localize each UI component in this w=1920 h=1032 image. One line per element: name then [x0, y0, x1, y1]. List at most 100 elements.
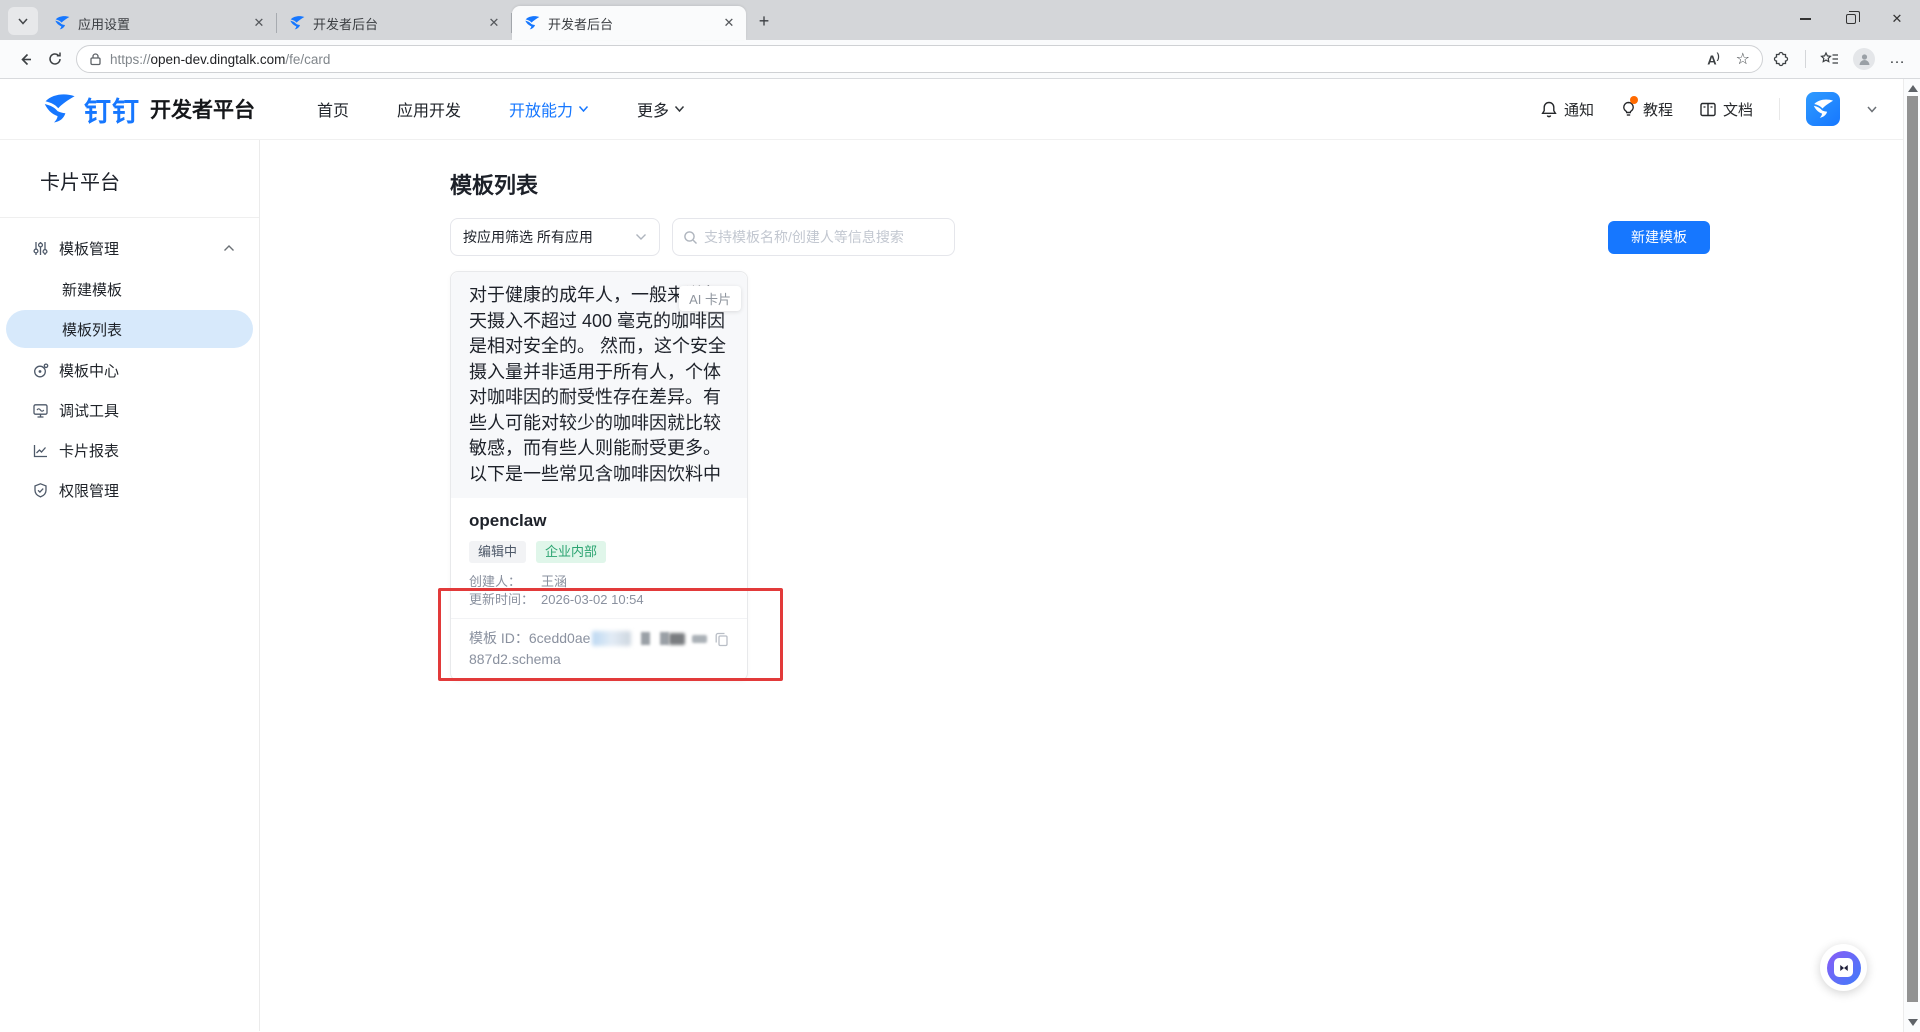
favorites-bar-icon[interactable] — [1820, 51, 1839, 68]
dingtalk-logo[interactable]: 钉钉 开发者平台 — [42, 90, 255, 129]
sliders-icon — [32, 240, 49, 257]
redacted-block — [641, 632, 650, 645]
template-card[interactable]: 对于健康的成年人，一般来说每 天摄入不超过 400 毫克的咖啡因 是相对安全的。… — [450, 271, 748, 681]
chevron-down-icon — [17, 15, 29, 27]
dingtalk-favicon — [54, 15, 70, 31]
template-id-label: 模板 ID： — [469, 628, 529, 649]
shield-check-icon — [32, 482, 49, 499]
redacted-block — [660, 632, 669, 645]
lock-icon — [89, 52, 102, 66]
divider — [1805, 50, 1806, 68]
close-window-button[interactable]: ✕ — [1874, 0, 1920, 38]
template-id-section: 模板 ID： 6cedd0ae 887d2.schema — [451, 618, 747, 680]
scroll-down-arrow[interactable] — [1908, 1019, 1918, 1026]
tab-close-icon[interactable]: ✕ — [250, 14, 268, 32]
new-template-button[interactable]: 新建模板 — [1608, 221, 1710, 254]
dingtalk-favicon — [289, 15, 305, 31]
addressbar-actions: … — [1773, 48, 1906, 70]
updated-value: 2026-03-02 10:54 — [541, 591, 644, 609]
tab-title: 开发者后台 — [548, 14, 720, 33]
header-actions: 通知 教程 文档 — [1540, 92, 1878, 126]
tab-title: 应用设置 — [78, 14, 250, 33]
document-icon — [1699, 101, 1717, 118]
dingtalk-favicon — [524, 15, 540, 31]
assistant-icon — [1834, 958, 1853, 977]
site-header: 钉钉 开发者平台 首页 应用开发 开放能力 更多 通知 教程 — [0, 79, 1920, 140]
chevron-down-icon[interactable] — [1866, 105, 1878, 114]
tab-title: 开发者后台 — [313, 14, 485, 33]
primary-nav: 首页 应用开发 开放能力 更多 — [317, 97, 685, 121]
scroll-up-arrow[interactable] — [1908, 85, 1918, 92]
card-info: openclaw 编辑中 企业内部 创建人： 王涵 更新时间： 2026-03-… — [451, 498, 747, 618]
chevron-down-icon — [635, 233, 647, 241]
docs-button[interactable]: 文档 — [1699, 99, 1753, 120]
url-text: https://open-dev.dingtalk.com/fe/card — [110, 52, 1707, 67]
updated-label: 更新时间： — [469, 591, 541, 609]
template-id-suffix: 887d2.schema — [469, 649, 729, 670]
new-tab-button[interactable]: + — [750, 7, 778, 35]
url-path: /fe/card — [285, 52, 330, 67]
bell-icon — [1540, 100, 1558, 119]
template-name: openclaw — [469, 510, 729, 532]
url-scheme: https:// — [110, 52, 151, 67]
nav-open-capabilities[interactable]: 开放能力 — [509, 97, 589, 121]
nav-home[interactable]: 首页 — [317, 97, 349, 121]
url-host: open-dev.dingtalk.com — [151, 52, 286, 67]
sidebar-item-template-list[interactable]: 模板列表 — [6, 310, 253, 348]
template-id-row: 模板 ID： 6cedd0ae — [469, 628, 729, 649]
tab-search-button[interactable] — [8, 7, 38, 35]
user-avatar[interactable] — [1806, 92, 1840, 126]
creator-label: 创建人： — [469, 573, 541, 591]
sidebar-group-template-management[interactable]: 模板管理 — [6, 228, 253, 268]
status-badge: 编辑中 — [469, 541, 526, 563]
page-body: 卡片平台 模板管理 新建模板 模板列表 — [0, 140, 1920, 1031]
scrollbar-thumb[interactable] — [1907, 96, 1918, 1002]
tab-close-icon[interactable]: ✕ — [720, 14, 738, 32]
minimize-icon — [1800, 18, 1811, 20]
template-search — [672, 218, 955, 256]
sidebar-item-debug-tools[interactable]: 调试工具 — [6, 390, 253, 430]
favorite-star-icon[interactable]: ☆ — [1736, 49, 1750, 69]
chart-line-icon — [32, 442, 49, 459]
template-id-actions — [669, 631, 729, 647]
browser-profile-avatar[interactable] — [1853, 48, 1875, 70]
creator-row: 创建人： 王涵 — [469, 573, 729, 591]
sidebar-item-card-reports[interactable]: 卡片报表 — [6, 430, 253, 470]
card-preview-text: 对于健康的成年人，一般来说每 天摄入不超过 400 毫克的咖啡因 是相对安全的。… — [469, 283, 729, 487]
template-id-prefix: 6cedd0ae — [529, 628, 591, 649]
debug-monitor-icon — [32, 402, 49, 419]
chevron-down-icon — [674, 105, 685, 113]
search-input[interactable] — [704, 229, 944, 245]
sidebar-menu: 模板管理 新建模板 模板列表 模板中心 — [0, 218, 259, 510]
chevron-up-icon — [223, 244, 235, 252]
app-filter-select[interactable]: 按应用筛选 所有应用 — [450, 218, 660, 256]
sidebar: 卡片平台 模板管理 新建模板 模板列表 — [0, 140, 260, 1031]
back-button[interactable] — [10, 44, 40, 74]
ai-card-badge: AI 卡片 — [679, 286, 741, 311]
browser-tab-2[interactable]: 开发者后台 ✕ — [277, 6, 511, 40]
browser-tab-1[interactable]: 应用设置 ✕ — [42, 6, 276, 40]
assistant-fab-button[interactable] — [1820, 944, 1867, 991]
browser-essentials-icon[interactable] — [1773, 50, 1791, 68]
minimize-button[interactable] — [1782, 0, 1828, 38]
browser-menu-button[interactable]: … — [1889, 50, 1906, 68]
browser-tab-3-active[interactable]: 开发者后台 ✕ — [512, 6, 746, 40]
nav-more[interactable]: 更多 — [637, 97, 685, 121]
address-input[interactable]: https://open-dev.dingtalk.com/fe/card A)… — [76, 45, 1763, 73]
notifications-button[interactable]: 通知 — [1540, 99, 1594, 120]
sidebar-item-new-template[interactable]: 新建模板 — [6, 270, 253, 308]
sidebar-item-template-center[interactable]: 模板中心 — [6, 350, 253, 390]
refresh-button[interactable] — [40, 44, 70, 74]
page-scrollbar[interactable] — [1903, 79, 1920, 1032]
restore-button[interactable] — [1828, 0, 1874, 38]
back-icon — [17, 51, 34, 68]
copy-icon[interactable] — [714, 631, 729, 647]
sidebar-item-permission-management[interactable]: 权限管理 — [6, 470, 253, 510]
tab-close-icon[interactable]: ✕ — [485, 14, 503, 32]
read-aloud-button[interactable]: A) — [1707, 51, 1719, 67]
chevron-down-icon — [578, 105, 589, 113]
nav-app-dev[interactable]: 应用开发 — [397, 97, 461, 121]
logo-text: 钉钉 — [84, 90, 140, 129]
tutorial-button[interactable]: 教程 — [1620, 99, 1673, 120]
person-icon — [1857, 52, 1872, 67]
